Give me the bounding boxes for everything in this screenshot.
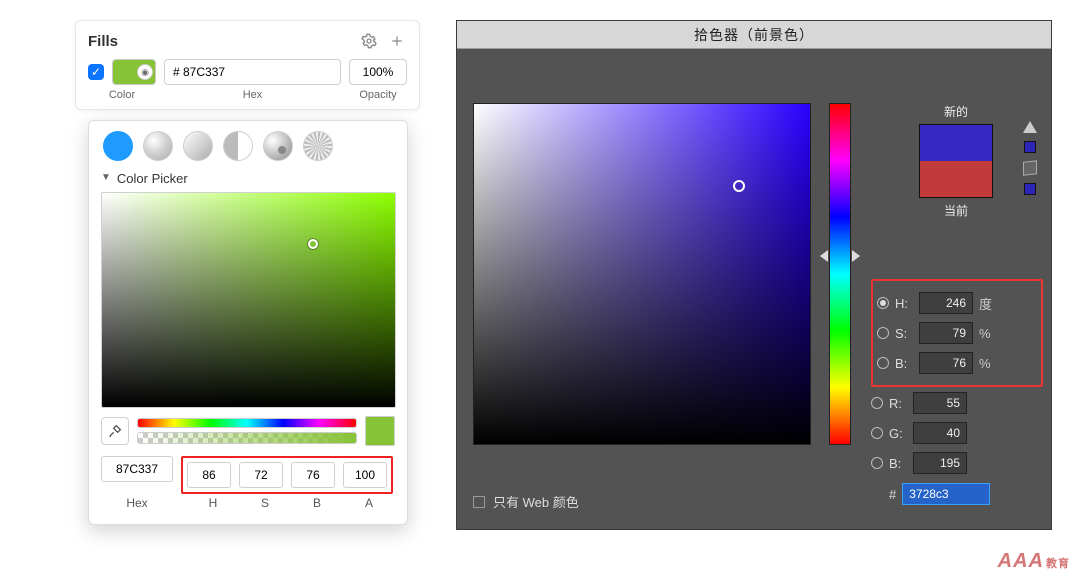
gamut-swatch[interactable] xyxy=(1024,141,1036,153)
sb-handle[interactable] xyxy=(308,239,318,249)
fill-type-row xyxy=(101,131,395,169)
hue-arrow-left-icon xyxy=(820,250,828,262)
hex-value-input[interactable] xyxy=(101,456,173,482)
fills-panel: Fills ✓ ◉ Color Hex Opacity xyxy=(75,20,420,110)
lbl-s: S: xyxy=(895,326,913,341)
label-hex: Hex xyxy=(156,89,349,101)
fill-swatch[interactable]: ◉ xyxy=(112,59,156,85)
fill-type-solid[interactable] xyxy=(103,131,133,161)
ps-hex-input[interactable] xyxy=(902,483,990,505)
unit-h: 度 xyxy=(979,294,995,313)
new-color-swatch xyxy=(920,125,992,161)
radio-bb[interactable] xyxy=(871,457,883,469)
new-current-block: 新的 当前 xyxy=(871,103,1041,223)
s-input[interactable] xyxy=(239,462,283,488)
hue-arrow-right-icon xyxy=(852,250,860,262)
gamut-warning-icon[interactable] xyxy=(1023,121,1037,133)
web-only-row[interactable]: 只有 Web 颜色 xyxy=(473,492,579,511)
color-picker-title: Color Picker xyxy=(117,171,188,186)
a-input[interactable] xyxy=(343,462,387,488)
hsb-highlight-box: H: 度 S: % B: % xyxy=(871,279,1043,387)
in-bb[interactable] xyxy=(913,452,967,474)
label-color: Color xyxy=(88,89,156,101)
color-picker-popover: ▼ Color Picker Hex H S B A xyxy=(88,120,408,525)
ps-hue-slider[interactable] xyxy=(829,103,851,445)
web-only-checkbox[interactable] xyxy=(473,496,485,508)
saturation-brightness-canvas[interactable] xyxy=(101,192,396,408)
fill-type-angular[interactable] xyxy=(223,131,253,161)
lbl-r: R: xyxy=(889,396,907,411)
lbl-h: H: xyxy=(895,296,913,311)
ps-title: 拾色器（前景色） xyxy=(457,21,1051,49)
gear-icon[interactable] xyxy=(359,31,379,51)
linked-icon: ◉ xyxy=(137,64,153,80)
in-s[interactable] xyxy=(919,322,973,344)
unit-s: % xyxy=(979,326,995,341)
fill-enabled-checkbox[interactable]: ✓ xyxy=(88,64,104,80)
label-b: B xyxy=(295,496,339,510)
in-h[interactable] xyxy=(919,292,973,314)
plus-icon[interactable] xyxy=(387,31,407,51)
radio-h[interactable] xyxy=(877,297,889,309)
ps-color-picker: 拾色器（前景色） 新的 当前 xyxy=(456,20,1052,530)
h-input[interactable] xyxy=(187,462,231,488)
ps-sb-canvas[interactable] xyxy=(473,103,811,445)
lbl-bb: B: xyxy=(889,456,907,471)
lbl-b: B: xyxy=(895,356,913,371)
hue-slider[interactable] xyxy=(137,418,357,428)
current-label: 当前 xyxy=(871,202,1041,219)
fill-type-image[interactable] xyxy=(263,131,293,161)
hex-hash: # xyxy=(889,487,896,502)
label-s: S xyxy=(243,496,287,510)
websafe-cube-icon[interactable] xyxy=(1023,160,1037,175)
opacity-input[interactable] xyxy=(349,59,407,85)
web-only-label: 只有 Web 颜色 xyxy=(493,492,579,511)
unit-b: % xyxy=(979,356,995,371)
ps-value-fields: H: 度 S: % B: % R: xyxy=(871,279,1043,505)
in-g[interactable] xyxy=(913,422,967,444)
fill-type-radial[interactable] xyxy=(183,131,213,161)
fill-row: ✓ ◉ xyxy=(76,55,419,87)
in-r[interactable] xyxy=(913,392,967,414)
radio-g[interactable] xyxy=(871,427,883,439)
label-hexval: Hex xyxy=(101,496,173,510)
new-label: 新的 xyxy=(871,103,1041,120)
current-color-swatch xyxy=(920,161,992,197)
fills-title: Fills xyxy=(88,33,351,50)
color-preview-chip xyxy=(365,416,395,446)
fill-type-linear[interactable] xyxy=(143,131,173,161)
alpha-slider[interactable] xyxy=(137,432,357,444)
label-h: H xyxy=(191,496,235,510)
in-b[interactable] xyxy=(919,352,973,374)
websafe-swatch[interactable] xyxy=(1024,183,1036,195)
eyedropper-button[interactable] xyxy=(101,417,129,445)
radio-s[interactable] xyxy=(877,327,889,339)
disclosure-triangle-icon[interactable]: ▼ xyxy=(101,172,111,183)
watermark: AAA教育 xyxy=(998,550,1070,573)
hex-input[interactable] xyxy=(164,59,341,85)
radio-b[interactable] xyxy=(877,357,889,369)
radio-r[interactable] xyxy=(871,397,883,409)
lbl-g: G: xyxy=(889,426,907,441)
ps-sb-handle[interactable] xyxy=(733,180,745,192)
label-opacity: Opacity xyxy=(349,89,407,101)
label-a: A xyxy=(347,496,391,510)
b-input[interactable] xyxy=(291,462,335,488)
fill-type-noise[interactable] xyxy=(303,131,333,161)
